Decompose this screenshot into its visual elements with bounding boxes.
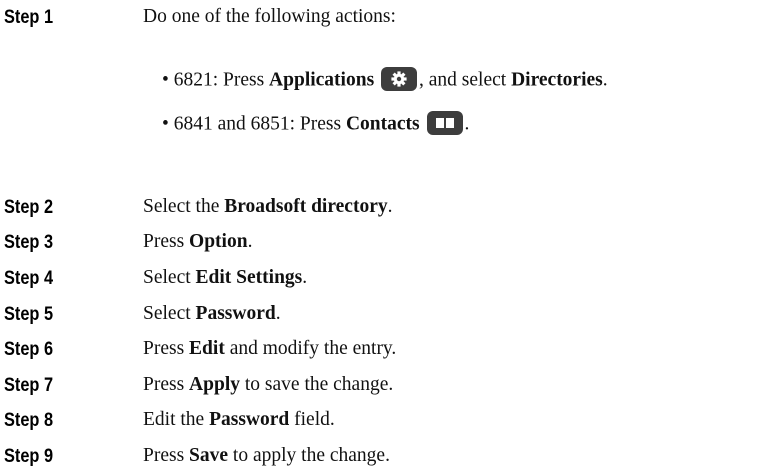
applications-term: Applications (269, 69, 375, 91)
step-label: Step 7 (4, 375, 54, 396)
step-text: Press Edit and modify the entry. (143, 338, 397, 359)
directories-term: Directories (511, 69, 603, 91)
step-text: Press Save to apply the change. (143, 445, 390, 466)
contacts-term: Contacts (345, 113, 420, 135)
step-label: Step 3 (4, 232, 54, 253)
bullet-text-prefix: 6821: Press (173, 69, 270, 91)
step-text: Select Password. (143, 303, 281, 324)
step-label: Step 1 (4, 7, 54, 28)
step-label: Step 4 (4, 268, 54, 289)
bullet-text-prefix: 6841 and 6851: Press (173, 113, 346, 135)
bullet-item: • 6821: Press Applications , and select … (162, 67, 608, 93)
bullet-marker: • (162, 113, 169, 135)
step-text: Edit the Password field. (143, 409, 335, 430)
procedure-document: Step 1 Do one of the following actions: … (0, 0, 781, 474)
bullet-text-suffix: . (464, 113, 470, 135)
bullet-marker: • (162, 69, 169, 91)
book-icon (426, 111, 463, 135)
step-text: Select the Broadsoft directory. (143, 196, 393, 217)
step-label: Step 9 (4, 446, 54, 467)
bullet-item: • 6841 and 6851: Press Contacts . (162, 111, 470, 137)
step-text: Press Option. (143, 231, 253, 252)
step-label: Step 8 (4, 410, 54, 431)
step-text: Select Edit Settings. (143, 267, 308, 288)
step-text: Press Apply to save the change. (143, 374, 394, 395)
gear-icon (381, 67, 418, 91)
bullet-text-suffix: . (602, 69, 608, 91)
step-label: Step 6 (4, 339, 54, 360)
step-label: Step 2 (4, 197, 54, 218)
step-label: Step 5 (4, 304, 54, 325)
bullet-text-middle: , and select (419, 69, 512, 91)
step-text: Do one of the following actions: (143, 6, 396, 27)
